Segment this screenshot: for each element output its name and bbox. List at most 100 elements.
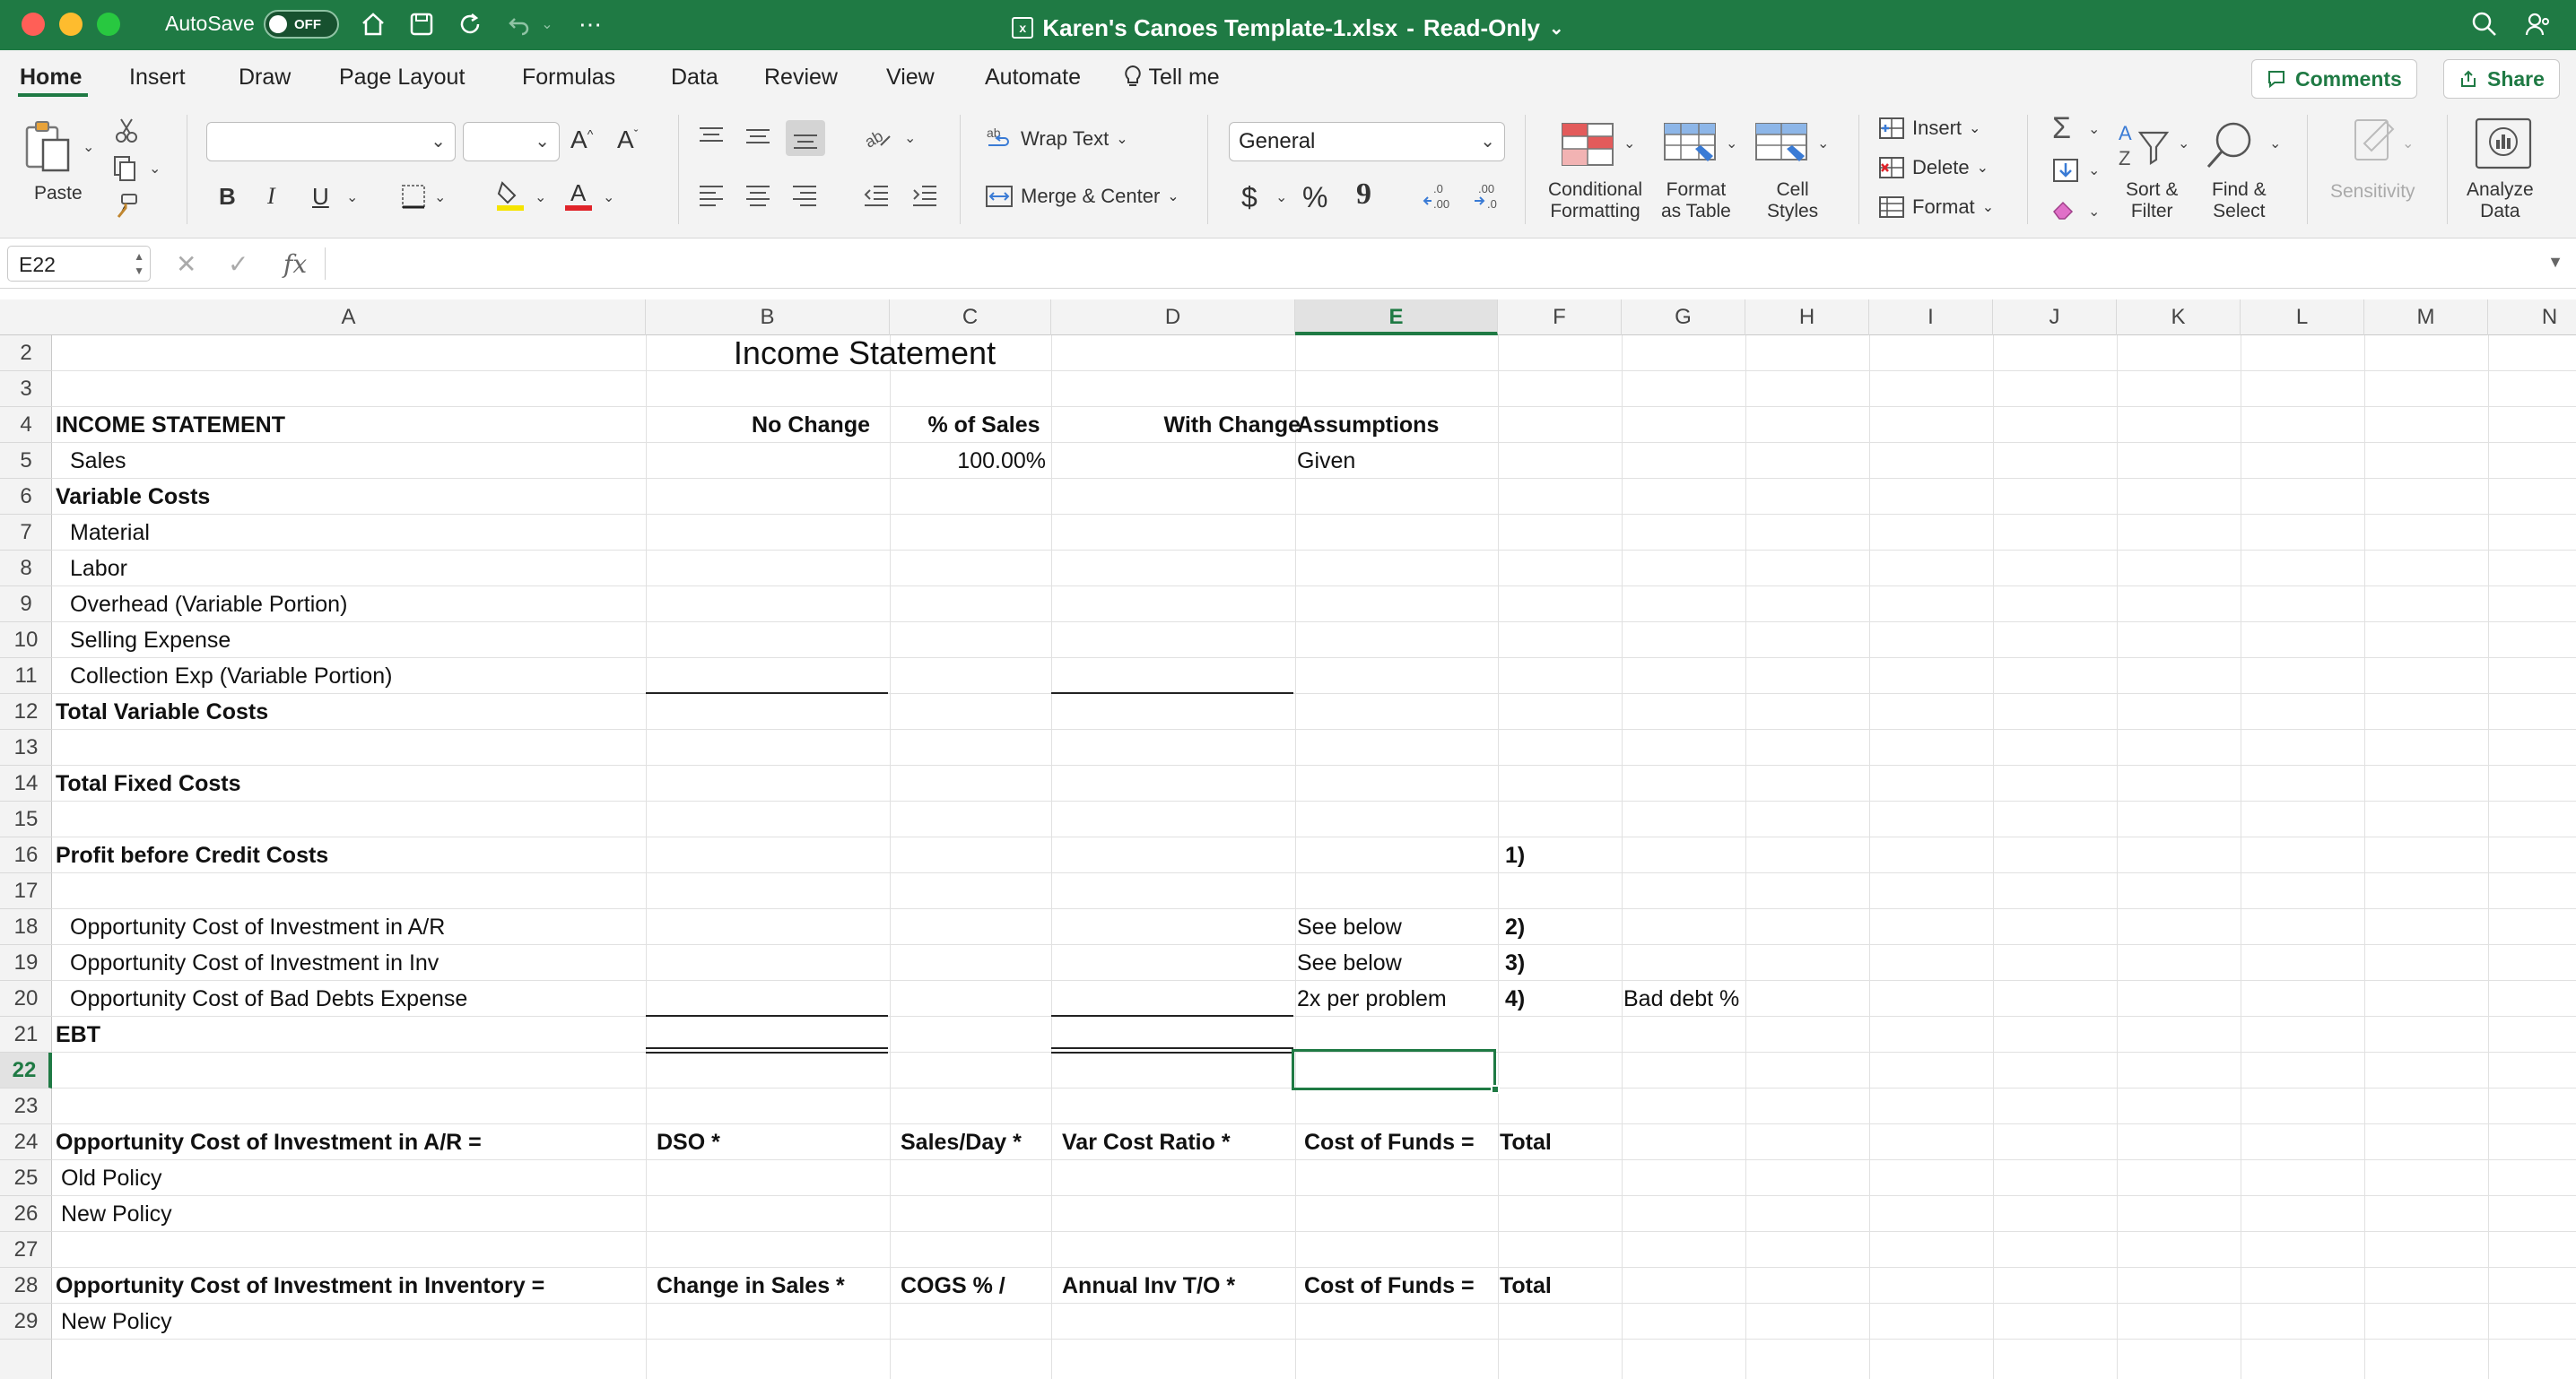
- cell-e4[interactable]: Assumptions: [1297, 407, 1439, 443]
- cell-area[interactable]: Income Statement INCOME STATEMENT No Cha…: [52, 335, 2576, 1379]
- sensitivity-icon[interactable]: [2346, 117, 2400, 175]
- cell-a28[interactable]: Opportunity Cost of Investment in Invent…: [56, 1268, 544, 1304]
- comma-style-button[interactable]: 9: [1356, 178, 1371, 212]
- font-color-dropdown-icon[interactable]: ⌄: [603, 188, 614, 206]
- cell-b4[interactable]: No Change: [646, 407, 870, 443]
- align-top-icon[interactable]: [698, 126, 725, 153]
- fill-dropdown-icon[interactable]: ⌄: [2088, 161, 2100, 179]
- expand-formula-bar-icon[interactable]: ▼: [2547, 253, 2563, 272]
- search-icon[interactable]: [2468, 9, 2501, 39]
- tab-home[interactable]: Home: [20, 65, 82, 91]
- insert-function-icon[interactable]: fx: [283, 249, 307, 279]
- cell-a25[interactable]: Old Policy: [61, 1160, 162, 1196]
- row-header-2[interactable]: 2: [0, 335, 52, 371]
- column-header-k[interactable]: K: [2117, 299, 2241, 335]
- cell-styles-icon[interactable]: [1754, 122, 1808, 171]
- row-header-12[interactable]: 12: [0, 694, 52, 730]
- column-header-m[interactable]: M: [2364, 299, 2488, 335]
- paste-dropdown-icon[interactable]: ⌄: [83, 138, 94, 156]
- sort-filter-dropdown-icon[interactable]: ⌄: [2178, 134, 2189, 152]
- row-header-24[interactable]: 24: [0, 1124, 52, 1160]
- percent-button[interactable]: %: [1302, 181, 1327, 214]
- clear-dropdown-icon[interactable]: ⌄: [2088, 203, 2100, 221]
- wrap-text-button[interactable]: ab Wrap Text ⌄: [985, 126, 1128, 152]
- save-icon[interactable]: [405, 9, 438, 39]
- cut-icon[interactable]: [115, 117, 138, 148]
- tab-data[interactable]: Data: [671, 65, 718, 91]
- sort-filter-icon[interactable]: AZ: [2117, 120, 2171, 177]
- decrease-indent-icon[interactable]: [863, 183, 890, 212]
- column-header-b[interactable]: B: [646, 299, 890, 335]
- cell-a18[interactable]: Opportunity Cost of Investment in A/R: [70, 909, 445, 945]
- column-header-g[interactable]: G: [1622, 299, 1745, 335]
- align-right-icon[interactable]: [791, 183, 818, 212]
- cell-f16[interactable]: 1): [1505, 837, 1525, 873]
- cell-f24[interactable]: Total: [1500, 1124, 1552, 1160]
- row-header-14[interactable]: 14: [0, 766, 52, 802]
- cell-c4[interactable]: % of Sales: [890, 407, 1078, 443]
- decrease-font-size-button[interactable]: Aˇ: [617, 126, 638, 154]
- conditional-formatting-dropdown-icon[interactable]: ⌄: [1623, 134, 1635, 152]
- cell-d28[interactable]: Annual Inv T/O *: [1062, 1268, 1235, 1304]
- row-header-9[interactable]: 9: [0, 586, 52, 622]
- fill-color-dropdown-icon[interactable]: ⌄: [535, 188, 546, 206]
- copy-icon[interactable]: [111, 154, 140, 187]
- analyze-data-icon[interactable]: [2474, 117, 2533, 177]
- row-header-27[interactable]: 27: [0, 1232, 52, 1268]
- sheet-title[interactable]: Income Statement: [685, 335, 1044, 371]
- delete-cells-button[interactable]: Delete ⌄: [1878, 156, 1989, 179]
- currency-dropdown-icon[interactable]: ⌄: [1275, 188, 1287, 206]
- row-header-16[interactable]: 16: [0, 837, 52, 873]
- zoom-window-button[interactable]: [97, 13, 120, 36]
- row-header-25[interactable]: 25: [0, 1160, 52, 1196]
- borders-dropdown-icon[interactable]: ⌄: [434, 188, 446, 206]
- align-left-icon[interactable]: [698, 183, 725, 212]
- clear-icon[interactable]: [2050, 195, 2079, 227]
- minimize-window-button[interactable]: [59, 13, 83, 36]
- column-header-h[interactable]: H: [1745, 299, 1869, 335]
- cancel-edit-icon[interactable]: ✕: [176, 249, 196, 279]
- undo-dropdown-icon[interactable]: ⌄: [538, 9, 556, 39]
- insert-cells-button[interactable]: Insert ⌄: [1878, 117, 1980, 140]
- align-center-icon[interactable]: [744, 183, 771, 212]
- spreadsheet-grid[interactable]: ABCDEFGHIJKLMN 2 3 4 5 6 7 8 9 10 11 12 13 14 15 16 17 1…: [0, 289, 2576, 1379]
- row-header-7[interactable]: 7: [0, 515, 52, 551]
- row-header-23[interactable]: 23: [0, 1088, 52, 1124]
- cell-a4[interactable]: INCOME STATEMENT: [56, 407, 285, 443]
- merge-center-button[interactable]: Merge & Center ⌄: [985, 183, 1179, 210]
- row-header-8[interactable]: 8: [0, 551, 52, 586]
- font-size-select[interactable]: ⌄: [463, 122, 560, 161]
- undo-icon[interactable]: [502, 9, 535, 39]
- cell-a5[interactable]: Sales: [70, 443, 126, 479]
- decrease-decimal-icon[interactable]: .00.0: [1471, 181, 1507, 216]
- borders-icon[interactable]: [400, 183, 427, 214]
- name-box[interactable]: E22 ▲ ▼: [7, 246, 151, 282]
- column-header-j[interactable]: J: [1993, 299, 2117, 335]
- cell-f19[interactable]: 3): [1505, 945, 1525, 981]
- italic-button[interactable]: I: [267, 183, 275, 210]
- autosave-toggle[interactable]: OFF: [264, 10, 339, 39]
- sensitivity-dropdown-icon[interactable]: ⌄: [2402, 134, 2414, 152]
- row-header-22[interactable]: 22: [0, 1053, 52, 1088]
- align-bottom-button[interactable]: [786, 120, 825, 156]
- cell-e5[interactable]: Given: [1297, 443, 1355, 479]
- row-header-3[interactable]: 3: [0, 371, 52, 407]
- row-header-26[interactable]: 26: [0, 1196, 52, 1232]
- column-header-a[interactable]: A: [52, 299, 646, 335]
- cell-f18[interactable]: 2): [1505, 909, 1525, 945]
- tell-me-box[interactable]: Tell me: [1123, 65, 1220, 91]
- cell-a19[interactable]: Opportunity Cost of Investment in Inv: [70, 945, 439, 981]
- conditional-formatting-icon[interactable]: [1561, 122, 1614, 171]
- row-header-13[interactable]: 13: [0, 730, 52, 766]
- tab-view[interactable]: View: [886, 65, 935, 91]
- tab-automate[interactable]: Automate: [985, 65, 1081, 91]
- selected-cell-e22[interactable]: [1292, 1049, 1496, 1090]
- cell-e28[interactable]: Cost of Funds =: [1304, 1268, 1475, 1304]
- cell-a6[interactable]: Variable Costs: [56, 479, 210, 515]
- confirm-edit-icon[interactable]: ✓: [228, 249, 248, 279]
- font-name-select[interactable]: ⌄: [206, 122, 456, 161]
- cell-a10[interactable]: Selling Expense: [70, 622, 231, 658]
- cell-e24[interactable]: Cost of Funds =: [1304, 1124, 1475, 1160]
- cell-e19[interactable]: See below: [1297, 945, 1402, 981]
- increase-decimal-icon[interactable]: .0.00: [1423, 181, 1458, 216]
